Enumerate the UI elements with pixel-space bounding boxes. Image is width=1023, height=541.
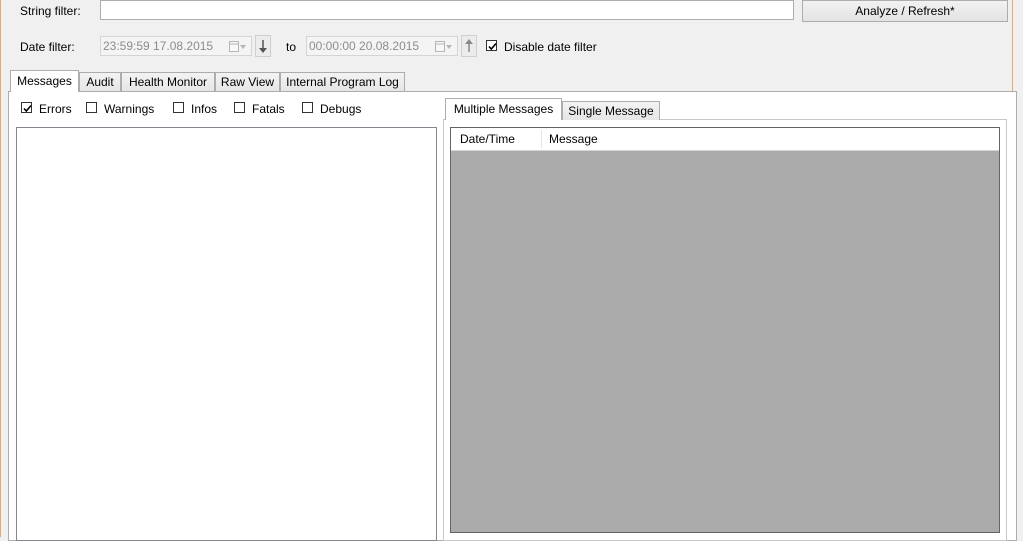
tab-audit[interactable]: Audit (79, 72, 121, 91)
disable-date-filter-checkbox[interactable] (486, 40, 497, 51)
messages-grid[interactable]: Date/Time Message (450, 127, 1000, 533)
column-header-message[interactable]: Message (549, 128, 598, 150)
date-to-step-button[interactable] (461, 35, 477, 57)
checkmark-icon (23, 104, 32, 113)
string-filter-input[interactable] (100, 0, 794, 20)
infos-label[interactable]: Infos (191, 102, 217, 116)
date-from-value: 23:59:59 17.08.2015 (103, 39, 214, 53)
analyze-refresh-button[interactable]: Analyze / Refresh* (802, 0, 1008, 22)
errors-label[interactable]: Errors (39, 102, 72, 116)
date-to-value: 00:00:00 20.08.2015 (309, 39, 420, 53)
calendar-dropdown-icon[interactable] (229, 40, 247, 52)
fatals-label[interactable]: Fatals (252, 102, 285, 116)
debugs-label[interactable]: Debugs (320, 102, 361, 116)
tab-multiple-messages[interactable]: Multiple Messages (445, 98, 562, 120)
warnings-label[interactable]: Warnings (104, 102, 154, 116)
tab-raw-view[interactable]: Raw View (215, 72, 280, 91)
grid-header: Date/Time Message (451, 128, 999, 151)
warnings-checkbox[interactable] (86, 102, 97, 113)
to-label: to (286, 40, 297, 54)
arrow-up-icon (465, 39, 473, 52)
column-divider[interactable] (541, 130, 542, 148)
message-list[interactable] (16, 127, 437, 541)
column-header-datetime[interactable]: Date/Time (460, 128, 515, 150)
date-from-picker[interactable]: 23:59:59 17.08.2015 (100, 36, 252, 56)
checkmark-icon (488, 42, 497, 51)
calendar-dropdown-icon[interactable] (435, 40, 453, 52)
tab-internal-program-log[interactable]: Internal Program Log (280, 72, 405, 91)
date-to-picker[interactable]: 00:00:00 20.08.2015 (306, 36, 458, 56)
errors-checkbox[interactable] (21, 102, 32, 113)
date-from-step-button[interactable] (255, 35, 271, 57)
date-filter-label: Date filter: (20, 40, 75, 54)
arrow-down-icon (259, 40, 267, 53)
fatals-checkbox[interactable] (234, 102, 245, 113)
disable-date-filter-label[interactable]: Disable date filter (504, 40, 597, 54)
tab-messages[interactable]: Messages (10, 70, 79, 92)
tab-health-monitor[interactable]: Health Monitor (121, 72, 215, 91)
debugs-checkbox[interactable] (302, 102, 313, 113)
infos-checkbox[interactable] (173, 102, 184, 113)
string-filter-label: String filter: (20, 4, 81, 18)
tab-single-message[interactable]: Single Message (562, 101, 660, 120)
